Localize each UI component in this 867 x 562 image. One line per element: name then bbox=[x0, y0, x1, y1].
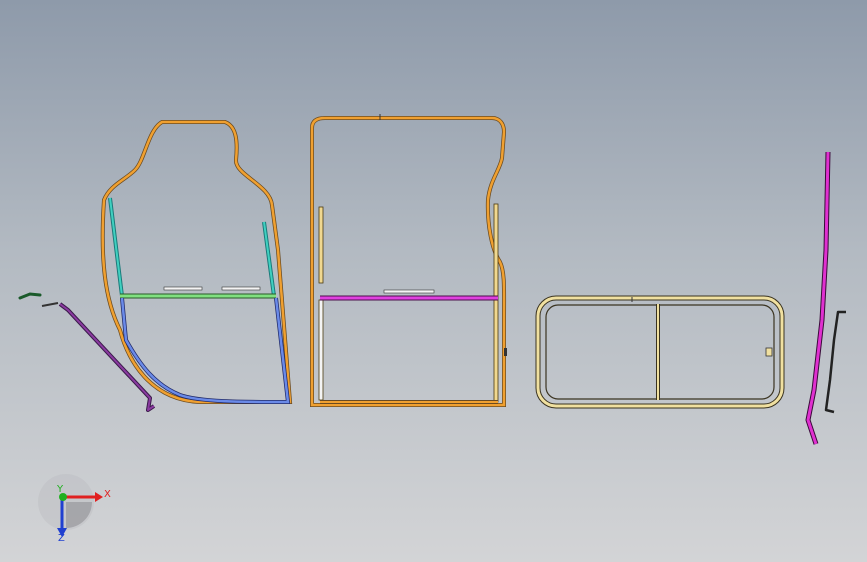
y-axis-label: Y bbox=[56, 484, 64, 495]
cad-viewport[interactable]: X Y Z bbox=[0, 0, 867, 562]
x-axis-label: X bbox=[104, 489, 111, 500]
hook-bracket[interactable] bbox=[824, 310, 846, 414]
front-door-frame[interactable] bbox=[100, 120, 293, 405]
diagonal-rail[interactable] bbox=[58, 302, 156, 412]
model-scene[interactable]: X Y Z bbox=[0, 0, 867, 562]
z-axis-label: Z bbox=[58, 533, 65, 544]
axis-triad: X Y Z bbox=[38, 474, 111, 544]
x-arrow-icon bbox=[95, 492, 103, 502]
vertical-rail[interactable] bbox=[805, 151, 831, 445]
small-bracket[interactable] bbox=[18, 292, 59, 307]
rear-door-frame[interactable] bbox=[310, 114, 507, 407]
window-frame[interactable] bbox=[535, 295, 785, 409]
